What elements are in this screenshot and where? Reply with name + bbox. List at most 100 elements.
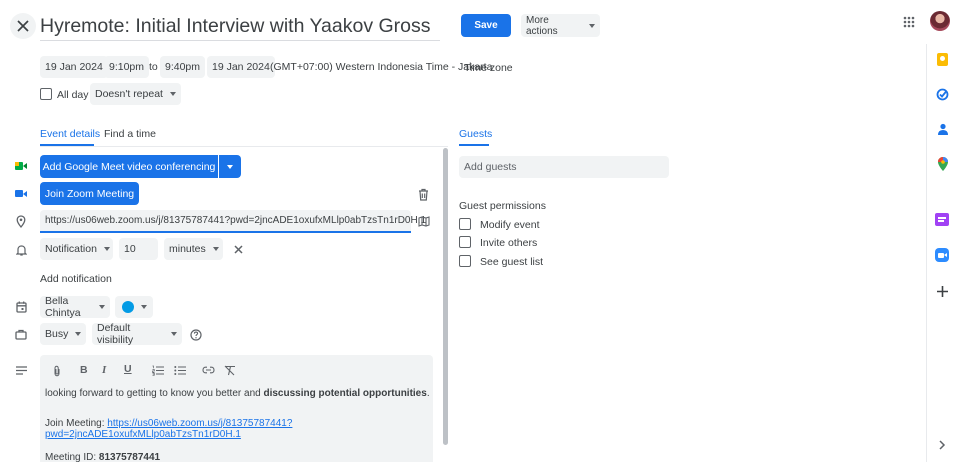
attach-icon[interactable] xyxy=(51,364,63,377)
link-icon[interactable] xyxy=(201,364,215,376)
meeting-id: 81375787441 xyxy=(99,452,160,463)
notification-type: Notification xyxy=(45,243,97,255)
bold-icon[interactable]: B xyxy=(80,364,88,376)
numbered-list-icon[interactable] xyxy=(151,364,164,376)
location-icon xyxy=(15,214,27,228)
chevron-down-icon xyxy=(75,332,81,336)
tab-find-time[interactable]: Find a time xyxy=(104,128,156,140)
join-meeting-line: Join Meeting: https://us06web.zoom.us/j/… xyxy=(45,418,430,430)
join-meeting-link[interactable]: https://us06web.zoom.us/j/81375787441? xyxy=(107,418,292,429)
visibility-value: Default visibility xyxy=(97,322,164,346)
location-value: https://us06web.zoom.us/j/81375787441?pw… xyxy=(45,215,426,226)
start-date-field[interactable]: 19 Jan 2024 xyxy=(40,56,108,78)
apps-grid-icon[interactable] xyxy=(902,15,916,29)
bell-icon xyxy=(15,243,27,256)
meeting-id-line: Meeting ID: 81375787441 xyxy=(45,452,430,463)
allday-checkbox[interactable] xyxy=(40,88,52,103)
tabs-divider xyxy=(40,146,448,147)
maps-icon[interactable] xyxy=(937,157,948,171)
repeat-value: Doesn't repeat xyxy=(95,88,163,100)
calendar-owner: Bella Chintya xyxy=(45,295,92,319)
description-text: looking forward to getting to know you b… xyxy=(45,388,430,463)
add-meet-button[interactable]: Add Google Meet video conferencing xyxy=(40,155,218,178)
busy-value: Busy xyxy=(45,328,68,340)
chevron-down-icon xyxy=(141,305,147,309)
close-icon xyxy=(234,245,243,254)
more-actions-button[interactable]: More actions xyxy=(521,14,600,37)
underline-icon[interactable]: U xyxy=(124,363,132,375)
notification-type-dropdown[interactable]: Notification xyxy=(40,238,113,260)
start-date: 19 Jan 2024 xyxy=(45,61,103,73)
event-title: Hyremote: Initial Interview with Yaakov … xyxy=(40,15,431,37)
allday-label: All day xyxy=(57,89,89,101)
chevron-down-icon xyxy=(589,24,595,28)
start-time-field[interactable]: 9:10pm xyxy=(104,56,149,78)
color-swatch xyxy=(122,301,134,313)
scrollbar[interactable] xyxy=(443,148,448,445)
add-guests-placeholder: Add guests xyxy=(464,161,517,173)
join-zoom-label: Join Zoom Meeting xyxy=(45,188,134,200)
chevron-right-icon[interactable] xyxy=(936,439,948,451)
contacts-icon[interactable] xyxy=(936,122,949,135)
meet-options-dropdown[interactable] xyxy=(219,155,241,178)
clear-format-icon[interactable] xyxy=(223,364,236,376)
trash-icon[interactable] xyxy=(417,187,429,201)
visibility-dropdown[interactable]: Default visibility xyxy=(92,323,182,345)
end-date-field[interactable]: 19 Jan 2024 xyxy=(207,56,275,78)
chevron-down-icon xyxy=(170,92,176,96)
join-zoom-button[interactable]: Join Zoom Meeting xyxy=(40,182,139,205)
avatar[interactable] xyxy=(930,11,950,31)
description-icon xyxy=(15,364,27,376)
notification-unit: minutes xyxy=(169,243,206,255)
join-meeting-link-cont[interactable]: pwd=2jncADE1oxufxMLlp0abTzsTn1rD0H.1 xyxy=(45,429,241,440)
add-meet-label: Add Google Meet video conferencing xyxy=(43,161,216,173)
event-title-input[interactable]: Hyremote: Initial Interview with Yaakov … xyxy=(40,12,440,41)
video-icon xyxy=(15,189,27,199)
see-guest-list-label: See guest list xyxy=(480,256,543,268)
timezone-button[interactable]: Time zone xyxy=(464,62,513,74)
google-meet-icon xyxy=(15,160,27,172)
end-date: 19 Jan 2024 xyxy=(212,61,270,73)
close-icon xyxy=(17,20,29,32)
tab-guests[interactable]: Guests xyxy=(459,128,492,140)
close-button[interactable] xyxy=(10,13,36,39)
end-time-field[interactable]: 9:40pm xyxy=(160,56,205,78)
guest-permissions-title: Guest permissions xyxy=(459,200,546,212)
invite-others-checkbox[interactable] xyxy=(459,236,471,251)
tab-event-details[interactable]: Event details xyxy=(40,128,100,140)
add-guests-input[interactable]: Add guests xyxy=(459,156,669,178)
chevron-down-icon xyxy=(99,305,105,309)
zoom-icon[interactable] xyxy=(935,248,949,262)
notification-amount-input[interactable]: 10 xyxy=(119,238,158,260)
description-bold-text: discussing potential opportunities xyxy=(263,388,426,399)
italic-icon[interactable]: I xyxy=(102,364,106,376)
start-time: 9:10pm xyxy=(109,61,144,73)
see-guest-list-checkbox[interactable] xyxy=(459,255,471,270)
invite-others-label: Invite others xyxy=(480,237,537,249)
keep-icon[interactable] xyxy=(937,53,948,66)
notification-unit-dropdown[interactable]: minutes xyxy=(164,238,223,260)
add-notification-link[interactable]: Add notification xyxy=(40,273,112,285)
map-icon[interactable] xyxy=(418,215,430,228)
chevron-down-icon xyxy=(213,247,219,251)
tasks-icon[interactable] xyxy=(936,88,949,101)
calendar-owner-dropdown[interactable]: Bella Chintya xyxy=(40,296,110,318)
more-actions-label: More actions xyxy=(526,15,582,37)
addon-icon[interactable] xyxy=(935,213,949,226)
calendar-icon xyxy=(15,300,27,313)
event-color-dropdown[interactable] xyxy=(115,296,153,318)
location-input[interactable]: https://us06web.zoom.us/j/81375787441?pw… xyxy=(40,210,411,233)
description-line-1: looking forward to getting to know you b… xyxy=(45,388,430,400)
timezone-text[interactable]: (GMT+07:00) Western Indonesia Time - Jak… xyxy=(270,61,492,73)
bulleted-list-icon[interactable] xyxy=(173,364,186,376)
plus-icon[interactable] xyxy=(935,284,949,298)
remove-notification-button[interactable] xyxy=(232,243,244,255)
to-label: to xyxy=(149,61,158,73)
repeat-dropdown[interactable]: Doesn't repeat xyxy=(90,83,181,105)
chevron-down-icon xyxy=(227,165,233,169)
save-button[interactable]: Save xyxy=(461,14,511,37)
guests-tab-underline xyxy=(459,144,489,146)
modify-event-checkbox[interactable] xyxy=(459,218,471,233)
busy-dropdown[interactable]: Busy xyxy=(40,323,86,345)
help-icon[interactable] xyxy=(189,328,202,341)
